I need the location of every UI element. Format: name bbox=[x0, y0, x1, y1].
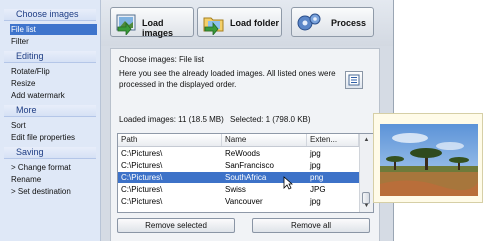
cell-name: Vancouver bbox=[225, 197, 263, 206]
cell-name: ReWoods bbox=[225, 149, 260, 158]
panel-description: Here you see the already loaded images. … bbox=[119, 69, 336, 89]
table-header: Path Name Exten... bbox=[118, 134, 359, 147]
sidebar-item-add-watermark[interactable]: Add watermark bbox=[11, 90, 97, 101]
file-table[interactable]: Path Name Exten... C:\Pictures\ ReWoods … bbox=[117, 133, 374, 213]
sidebar-item-change-format[interactable]: > Change format bbox=[11, 162, 97, 173]
sidebar-item-rename[interactable]: Rename bbox=[11, 174, 97, 185]
cell-ext: JPG bbox=[310, 185, 326, 194]
cell-path: C:\Pictures\ bbox=[121, 185, 163, 194]
load-images-button[interactable]: Load images bbox=[110, 7, 194, 38]
list-details-button[interactable] bbox=[345, 71, 363, 89]
cell-name: SouthAfrica bbox=[225, 173, 267, 182]
mouse-cursor-icon bbox=[283, 176, 293, 190]
table-row[interactable]: C:\Pictures\ SanFrancisco jpg bbox=[118, 160, 359, 171]
cell-path: C:\Pictures\ bbox=[121, 173, 163, 182]
cell-name: Swiss bbox=[225, 185, 246, 194]
column-name[interactable]: Name bbox=[222, 134, 307, 146]
loaded-images-count: Loaded images: 11 (18.5 MB) bbox=[119, 115, 224, 124]
cell-ext: jpg bbox=[310, 197, 321, 206]
table-row-selected[interactable]: C:\Pictures\ SouthAfrica png bbox=[118, 172, 359, 183]
section-choose-images: Choose images bbox=[4, 9, 96, 21]
column-extension[interactable]: Exten... bbox=[307, 134, 359, 146]
savanna-preview-image bbox=[380, 124, 478, 196]
scroll-down-arrow-icon[interactable]: ▼ bbox=[361, 201, 372, 211]
gears-icon bbox=[297, 13, 321, 31]
cell-ext: png bbox=[310, 173, 324, 182]
cell-path: C:\Pictures\ bbox=[121, 197, 163, 206]
panel-title: Choose images: File list bbox=[119, 55, 204, 64]
load-folder-label: Load folder bbox=[230, 18, 279, 28]
scroll-up-arrow-icon[interactable]: ▲ bbox=[361, 135, 372, 145]
load-images-icon bbox=[116, 14, 136, 35]
table-row[interactable]: C:\Pictures\ Swiss JPG bbox=[118, 184, 359, 195]
vertical-scrollbar[interactable]: ▲ ▼ bbox=[359, 134, 373, 212]
sidebar: Choose images File list Filter Editing R… bbox=[0, 0, 101, 241]
list-icon bbox=[348, 74, 360, 86]
sidebar-item-edit-file-properties[interactable]: Edit file properties bbox=[11, 132, 97, 143]
remove-all-button[interactable]: Remove all bbox=[252, 218, 370, 233]
load-folder-button[interactable]: Load folder bbox=[197, 7, 282, 37]
load-folder-icon bbox=[203, 17, 224, 35]
sidebar-item-file-list[interactable]: File list bbox=[10, 24, 97, 35]
table-row[interactable]: C:\Pictures\ ReWoods jpg bbox=[118, 148, 359, 159]
cell-name: SanFrancisco bbox=[225, 161, 274, 170]
section-saving: Saving bbox=[4, 147, 96, 159]
section-editing: Editing bbox=[4, 51, 96, 63]
remove-selected-button[interactable]: Remove selected bbox=[117, 218, 235, 233]
section-more: More bbox=[4, 105, 96, 117]
column-path[interactable]: Path bbox=[118, 134, 222, 146]
process-button[interactable]: Process bbox=[291, 7, 374, 37]
cell-ext: jpg bbox=[310, 161, 321, 170]
process-label: Process bbox=[331, 18, 367, 28]
sidebar-item-filter[interactable]: Filter bbox=[11, 36, 97, 47]
stats-line: Loaded images: 11 (18.5 MB) Selected: 1 … bbox=[119, 115, 315, 124]
cell-path: C:\Pictures\ bbox=[121, 149, 163, 158]
image-preview-tooltip bbox=[373, 113, 483, 203]
sidebar-item-set-destination[interactable]: > Set destination bbox=[11, 186, 97, 197]
sidebar-item-sort[interactable]: Sort bbox=[11, 120, 97, 131]
selected-count: Selected: 1 (798.0 KB) bbox=[230, 115, 311, 124]
app-window: Choose images File list Filter Editing R… bbox=[0, 0, 394, 241]
toolbar: Load images Load folder Process bbox=[101, 0, 393, 46]
sidebar-item-resize[interactable]: Resize bbox=[11, 78, 97, 89]
file-list-panel: Choose images: File list Here you see th… bbox=[110, 48, 380, 241]
table-row[interactable]: C:\Pictures\ Vancouver jpg bbox=[118, 196, 359, 207]
load-images-label: Load images bbox=[142, 18, 174, 38]
cell-ext: jpg bbox=[310, 149, 321, 158]
cell-path: C:\Pictures\ bbox=[121, 161, 163, 170]
sidebar-item-rotate-flip[interactable]: Rotate/Flip bbox=[11, 66, 97, 77]
